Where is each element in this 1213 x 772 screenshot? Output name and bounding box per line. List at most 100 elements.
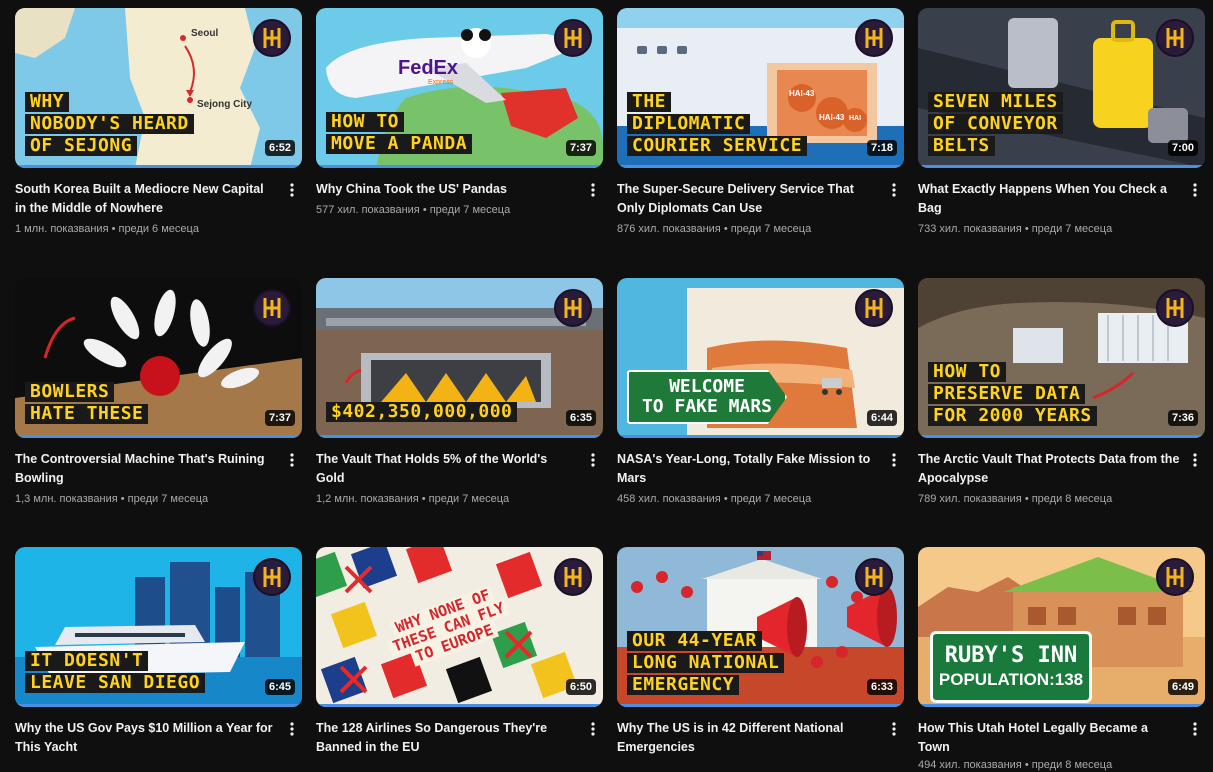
video-thumbnail[interactable]: Seoul Sejong City WHY NOBODY'S HEARD OF … xyxy=(15,8,302,168)
more-vertical-icon[interactable] xyxy=(583,450,603,470)
video-title[interactable]: The Super-Secure Delivery Service That O… xyxy=(617,180,880,218)
duration-badge: 7:37 xyxy=(264,410,295,426)
video-title[interactable]: What Exactly Happens When You Check a Ba… xyxy=(918,180,1181,218)
video-stats: 577 хил. показвания • преди 7 месеца xyxy=(316,204,511,216)
duration-badge: 6:33 xyxy=(866,679,897,695)
thumbnail-caption: HOW TO MOVE A PANDA xyxy=(326,112,473,154)
video-thumbnail[interactable]: IT DOESN'T LEAVE SAN DIEGO 6:45 xyxy=(15,547,302,707)
duration-badge: 6:45 xyxy=(264,679,295,695)
video-card[interactable]: RUBY'S INN POPULATION:138 6:49 How This … xyxy=(918,547,1205,771)
video-title[interactable]: The 128 Airlines So Dangerous They're Ba… xyxy=(316,719,579,757)
more-vertical-icon[interactable] xyxy=(282,450,302,470)
thumbnail-caption: HOW TO PRESERVE DATA FOR 2000 YEARS xyxy=(928,362,1097,426)
video-thumbnail[interactable]: FedEx Express HOW TO MOVE A PANDA 7:37 xyxy=(316,8,603,168)
duration-badge: 7:00 xyxy=(1167,140,1198,156)
thumbnail-caption: IT DOESN'T LEAVE SAN DIEGO xyxy=(25,651,206,693)
video-card[interactable]: IT DOESN'T LEAVE SAN DIEGO 6:45 Why the … xyxy=(15,547,302,757)
video-stats: 1,2 млн. показвания • преди 7 месеца xyxy=(316,493,510,505)
watch-progress-bar xyxy=(316,165,603,168)
video-title[interactable]: South Korea Built a Mediocre New Capital… xyxy=(15,180,278,218)
video-card[interactable]: HAI-43 HAI-43 HAI THE DIPLOMATIC COURIER… xyxy=(617,8,904,235)
video-title[interactable]: The Vault That Holds 5% of the World's G… xyxy=(316,450,579,488)
duration-badge: 6:49 xyxy=(1167,679,1198,695)
thumbnail-caption: THE DIPLOMATIC COURIER SERVICE xyxy=(627,92,808,156)
video-thumbnail[interactable]: HOW TO PRESERVE DATA FOR 2000 YEARS 7:36 xyxy=(918,278,1205,438)
video-card[interactable]: $402,350,000,000 6:35 The Vault That Hol… xyxy=(316,278,603,505)
video-thumbnail[interactable]: $402,350,000,000 6:35 xyxy=(316,278,603,438)
video-stats: 458 хил. показвания • преди 7 месеца xyxy=(617,493,812,505)
watch-progress-bar xyxy=(316,435,603,438)
more-vertical-icon[interactable] xyxy=(1185,180,1205,200)
brand-label: Express xyxy=(428,79,454,86)
half-as-interesting-logo-icon xyxy=(1156,289,1194,327)
map-label: Sejong City xyxy=(197,99,252,110)
thumbnail-caption: OUR 44-YEAR LONG NATIONAL EMERGENCY xyxy=(627,631,785,695)
video-title[interactable]: NASA's Year-Long, Totally Fake Mission t… xyxy=(617,450,880,488)
video-card[interactable]: HOW TO PRESERVE DATA FOR 2000 YEARS 7:36… xyxy=(918,278,1205,505)
more-vertical-icon[interactable] xyxy=(1185,719,1205,739)
video-card[interactable]: FedEx Express HOW TO MOVE A PANDA 7:37 W… xyxy=(316,8,603,216)
video-stats: 733 хил. показвания • преди 7 месеца xyxy=(918,223,1113,235)
duration-badge: 6:52 xyxy=(264,140,295,156)
duration-badge: 7:36 xyxy=(1167,410,1198,426)
video-stats: 876 хил. показвания • преди 7 месеца xyxy=(617,223,812,235)
more-vertical-icon[interactable] xyxy=(282,180,302,200)
more-vertical-icon[interactable] xyxy=(583,719,603,739)
duration-badge: 6:35 xyxy=(565,410,596,426)
video-card[interactable]: OUR 44-YEAR LONG NATIONAL EMERGENCY 6:33… xyxy=(617,547,904,757)
video-title[interactable]: The Arctic Vault That Protects Data from… xyxy=(918,450,1181,488)
video-title[interactable]: Why China Took the US' Pandas xyxy=(316,180,579,199)
video-thumbnail[interactable]: RUBY'S INN POPULATION:138 6:49 xyxy=(918,547,1205,707)
half-as-interesting-logo-icon xyxy=(554,19,592,57)
video-title[interactable]: How This Utah Hotel Legally Became a Tow… xyxy=(918,719,1181,757)
video-card[interactable]: Seoul Sejong City WHY NOBODY'S HEARD OF … xyxy=(15,8,302,235)
video-card[interactable]: BOWLERS HATE THESE 7:37 The Controversia… xyxy=(15,278,302,505)
video-card[interactable]: WELCOME TO FAKE MARS 6:44 NASA's Year-Lo… xyxy=(617,278,904,505)
video-stats: 1 млн. показвания • преди 6 месеца xyxy=(15,223,199,235)
video-stats: 1,3 млн. показвания • преди 7 месеца xyxy=(15,493,209,505)
more-vertical-icon[interactable] xyxy=(583,180,603,200)
thumbnail-caption: $402,350,000,000 xyxy=(326,402,518,422)
half-as-interesting-logo-icon xyxy=(855,19,893,57)
video-thumbnail[interactable]: HAI-43 HAI-43 HAI THE DIPLOMATIC COURIER… xyxy=(617,8,904,168)
more-vertical-icon[interactable] xyxy=(884,450,904,470)
watch-progress-bar xyxy=(617,165,904,168)
more-vertical-icon[interactable] xyxy=(884,180,904,200)
watch-progress-bar xyxy=(15,165,302,168)
half-as-interesting-logo-icon xyxy=(554,289,592,327)
video-thumbnail[interactable]: WELCOME TO FAKE MARS 6:44 xyxy=(617,278,904,438)
watch-progress-bar xyxy=(15,704,302,707)
half-as-interesting-logo-icon xyxy=(855,289,893,327)
video-card[interactable]: SEVEN MILES OF CONVEYOR BELTS 7:00 What … xyxy=(918,8,1205,235)
duration-badge: 6:44 xyxy=(866,410,897,426)
video-title[interactable]: Why The US is in 42 Different National E… xyxy=(617,719,880,757)
half-as-interesting-logo-icon xyxy=(855,558,893,596)
video-thumbnail[interactable]: WHY NONE OF THESE CAN FLY TO EUROPE 6:50 xyxy=(316,547,603,707)
video-thumbnail[interactable]: SEVEN MILES OF CONVEYOR BELTS 7:00 xyxy=(918,8,1205,168)
road-sign: WELCOME TO FAKE MARS xyxy=(627,370,787,424)
video-title[interactable]: The Controversial Machine That's Ruining… xyxy=(15,450,278,488)
thumbnail-caption: SEVEN MILES OF CONVEYOR BELTS xyxy=(928,92,1063,156)
half-as-interesting-logo-icon xyxy=(554,558,592,596)
pouch-label: HAI-43 xyxy=(819,113,845,122)
video-title[interactable]: Why the US Gov Pays $10 Million a Year f… xyxy=(15,719,278,757)
half-as-interesting-logo-icon xyxy=(253,558,291,596)
more-vertical-icon[interactable] xyxy=(884,719,904,739)
more-vertical-icon[interactable] xyxy=(282,719,302,739)
video-stats: 789 хил. показвания • преди 8 месеца xyxy=(918,493,1113,505)
town-sign: RUBY'S INN POPULATION:138 xyxy=(930,631,1092,703)
duration-badge: 7:18 xyxy=(866,140,897,156)
half-as-interesting-logo-icon xyxy=(253,289,291,327)
video-thumbnail[interactable]: OUR 44-YEAR LONG NATIONAL EMERGENCY 6:33 xyxy=(617,547,904,707)
map-label: Seoul xyxy=(191,28,218,39)
watch-progress-bar xyxy=(918,704,1205,707)
video-card[interactable]: WHY NONE OF THESE CAN FLY TO EUROPE 6:50… xyxy=(316,547,603,757)
half-as-interesting-logo-icon xyxy=(1156,558,1194,596)
watch-progress-bar xyxy=(918,435,1205,438)
watch-progress-bar xyxy=(617,435,904,438)
thumbnail-caption: WHY NOBODY'S HEARD OF SEJONG xyxy=(25,92,194,156)
pouch-label: HAI xyxy=(849,115,861,122)
watch-progress-bar xyxy=(316,704,603,707)
more-vertical-icon[interactable] xyxy=(1185,450,1205,470)
video-thumbnail[interactable]: BOWLERS HATE THESE 7:37 xyxy=(15,278,302,438)
